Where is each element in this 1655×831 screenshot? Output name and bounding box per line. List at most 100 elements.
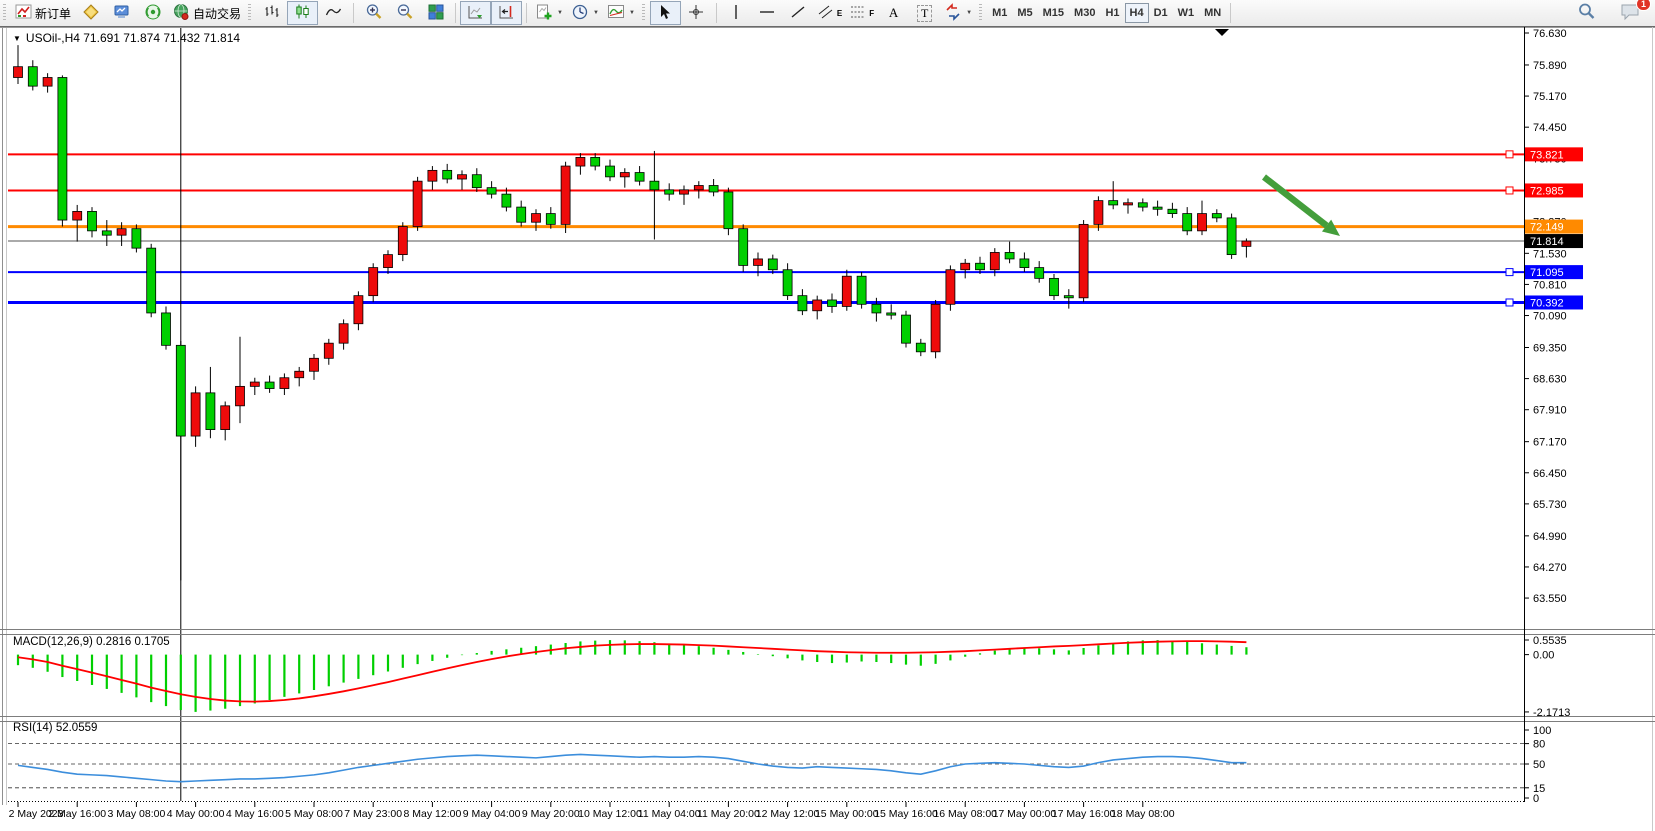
hline-handle[interactable]	[1506, 151, 1513, 158]
zoom-in-icon	[365, 3, 383, 24]
price-tick-label: 66.450	[1533, 468, 1567, 480]
candle-body	[546, 214, 555, 225]
data-window-button[interactable]	[137, 1, 168, 25]
chart-area[interactable]: 76.63075.89075.17074.45073.73073.01072.2…	[0, 27, 1655, 831]
line-chart-icon	[325, 3, 342, 23]
vertical-line-tool-button[interactable]	[721, 1, 752, 25]
price-tick-label: 75.170	[1533, 91, 1567, 103]
channel-tool-button[interactable]: E	[814, 1, 846, 25]
candle-body	[961, 263, 970, 269]
timeframe-group: M1M5M15M30H1H4D1W1MN	[987, 3, 1226, 23]
candle-body	[857, 276, 866, 304]
toolbar-gripper[interactable]	[642, 4, 645, 22]
candle-body	[354, 296, 363, 324]
candle-body	[768, 259, 777, 270]
time-tick-label: 17 May 16:00	[1052, 808, 1116, 820]
candle-body	[1064, 296, 1073, 298]
timeframe-button-mn[interactable]: MN	[1199, 3, 1226, 23]
timeframe-button-m15[interactable]: M15	[1038, 3, 1069, 23]
crosshair-icon	[688, 4, 704, 23]
line-chart-button[interactable]	[318, 1, 349, 25]
candle-body	[176, 345, 185, 436]
toolbar-gripper[interactable]	[979, 4, 982, 22]
notifications-button[interactable]: 1	[1614, 1, 1645, 25]
timeframe-button-d1[interactable]: D1	[1149, 3, 1173, 23]
text-tool-button[interactable]: A	[878, 1, 909, 25]
timeframe-button-h1[interactable]: H1	[1100, 3, 1124, 23]
hline-handle[interactable]	[1506, 299, 1513, 306]
crosshair-tool-button[interactable]	[681, 1, 712, 25]
trendline-tool-button[interactable]	[783, 1, 814, 25]
text-tool-icon: A	[889, 5, 898, 21]
auto-scroll-button[interactable]	[460, 1, 491, 25]
price-tick-label: 69.350	[1533, 342, 1567, 354]
toolbar-gripper[interactable]	[3, 4, 6, 22]
hline-handle[interactable]	[1506, 269, 1513, 276]
autotrading-button[interactable]: 自动交易	[168, 1, 245, 25]
search-button[interactable]	[1571, 1, 1602, 25]
candle-body	[1212, 214, 1221, 218]
strategy-tester-button[interactable]	[106, 1, 137, 25]
hline-handle[interactable]	[1506, 187, 1513, 194]
time-tick-label: 12 May 12:00	[756, 808, 820, 820]
arrows-tool-button[interactable]: ▼	[940, 1, 976, 25]
time-tick-label: 9 May 04:00	[463, 808, 521, 820]
candle-body	[694, 185, 703, 189]
cursor-icon	[657, 4, 673, 23]
new-order-button[interactable]: 新订单	[11, 1, 75, 25]
dropdown-caret[interactable]: ▼	[629, 10, 635, 16]
dropdown-caret[interactable]: ▼	[557, 10, 563, 16]
dropdown-caret[interactable]: ▼	[966, 10, 972, 16]
tile-windows-button[interactable]	[420, 1, 451, 25]
rsi-tick-label: 0	[1533, 793, 1539, 805]
candle-body	[1020, 259, 1029, 268]
new-chart-button[interactable]: ▼	[531, 1, 567, 25]
macd-tick-label: 0.5535	[1533, 635, 1567, 647]
candle-body	[532, 214, 541, 223]
rsi-indicator-label: RSI(14) 52.0559	[13, 722, 97, 734]
new-order-label: 新订单	[35, 5, 71, 22]
text-label-tool-button[interactable]: T	[909, 1, 940, 25]
chart-title: ▼ USOil-,H4 71.691 71.874 71.432 71.814	[13, 31, 240, 45]
candlestick-chart-button[interactable]	[287, 1, 318, 25]
zoom-in-button[interactable]	[358, 1, 389, 25]
candle-body	[1183, 214, 1192, 231]
channel-mark: E	[837, 9, 842, 18]
price-tick-label: 71.530	[1533, 248, 1567, 260]
zoom-out-button[interactable]	[389, 1, 420, 25]
fibonacci-tool-button[interactable]: F	[846, 1, 878, 25]
timeframe-button-m5[interactable]: M5	[1012, 3, 1037, 23]
timeframe-button-m1[interactable]: M1	[987, 3, 1012, 23]
periods-button[interactable]: ▼	[567, 1, 603, 25]
chart-shift-button[interactable]	[491, 1, 522, 25]
candle-body	[591, 157, 600, 166]
dropdown-caret[interactable]: ▼	[593, 10, 599, 16]
bar-chart-icon	[263, 3, 280, 23]
candle-body	[990, 252, 999, 269]
horizontal-line-tool-button[interactable]	[752, 1, 783, 25]
cursor-tool-button[interactable]	[650, 1, 681, 25]
tile-windows-icon	[427, 3, 445, 24]
candle-body	[295, 371, 304, 377]
bar-chart-button[interactable]	[256, 1, 287, 25]
price-tag-label: 73.821	[1530, 149, 1564, 161]
candle-body	[635, 173, 644, 182]
candle-body	[443, 170, 452, 179]
candle-body	[561, 166, 570, 224]
candle-body	[384, 255, 393, 268]
metaeditor-button[interactable]	[75, 1, 106, 25]
indicators-button[interactable]: ▼	[603, 1, 639, 25]
toolbar-gripper[interactable]	[248, 4, 251, 22]
chart-shift-icon	[498, 3, 516, 24]
timeframe-button-h4[interactable]: H4	[1125, 3, 1149, 23]
candle-body	[976, 263, 985, 269]
timeframe-button-m30[interactable]: M30	[1069, 3, 1100, 23]
chart-menu-arrow-icon[interactable]: ▼	[13, 34, 21, 43]
clock-icon	[571, 3, 589, 24]
time-tick-label: 7 May 23:00	[344, 808, 402, 820]
text-label-icon: T	[917, 5, 932, 22]
candle-body	[916, 343, 925, 352]
macd-tick-label: 0.00	[1533, 650, 1554, 662]
trendline-icon	[790, 4, 806, 23]
timeframe-button-w1[interactable]: W1	[1173, 3, 1200, 23]
